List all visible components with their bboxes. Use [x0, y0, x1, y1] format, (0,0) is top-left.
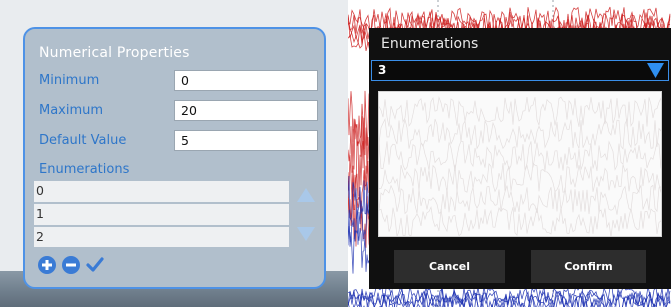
minimum-label: Minimum — [39, 73, 100, 88]
list-texture-trace — [379, 117, 661, 150]
enumeration-values-list[interactable] — [378, 91, 662, 237]
list-item[interactable]: 0 — [34, 181, 289, 202]
list-texture — [379, 96, 661, 236]
list-texture-trace — [379, 96, 661, 127]
waveform-area: Enumerations 3 Cancel Confirm — [348, 0, 671, 307]
maximum-input[interactable] — [174, 100, 318, 121]
enumerations-list[interactable]: 0 1 2 — [34, 181, 289, 247]
numerical-properties-panel: Numerical Properties Minimum Maximum Def… — [23, 27, 326, 289]
enumerations-dialog: Enumerations 3 Cancel Confirm — [369, 28, 671, 289]
scroll-down-icon[interactable] — [296, 226, 316, 242]
list-item[interactable]: 1 — [34, 204, 289, 225]
list-texture-trace — [379, 162, 661, 194]
list-texture-trace — [379, 184, 661, 215]
list-texture-trace — [379, 206, 661, 236]
properties-area: Numerical Properties Minimum Maximum Def… — [0, 0, 348, 307]
selected-value: 3 — [378, 63, 387, 77]
maximum-label: Maximum — [39, 103, 104, 118]
waveform-trace — [348, 225, 371, 274]
enumerations-label: Enumerations — [39, 162, 130, 177]
dropdown-arrow-icon[interactable] — [647, 62, 664, 79]
minus-circle-icon[interactable] — [61, 255, 81, 275]
confirm-button[interactable]: Confirm — [531, 250, 646, 283]
enumeration-actions — [37, 255, 105, 275]
scroll-up-icon[interactable] — [296, 187, 316, 203]
plus-circle-icon[interactable] — [37, 255, 57, 275]
panel-title: Numerical Properties — [39, 45, 190, 61]
dialog-title: Enumerations — [381, 36, 479, 52]
default-value-input[interactable] — [174, 130, 318, 151]
default-value-label: Default Value — [39, 133, 127, 148]
cancel-button[interactable]: Cancel — [394, 250, 505, 283]
minimum-input[interactable] — [174, 70, 318, 91]
list-item[interactable]: 2 — [34, 227, 289, 247]
checkmark-icon[interactable] — [85, 255, 105, 275]
waveform-trace — [348, 115, 371, 174]
enumeration-select[interactable]: 3 — [371, 60, 669, 81]
list-texture-trace — [379, 140, 661, 172]
